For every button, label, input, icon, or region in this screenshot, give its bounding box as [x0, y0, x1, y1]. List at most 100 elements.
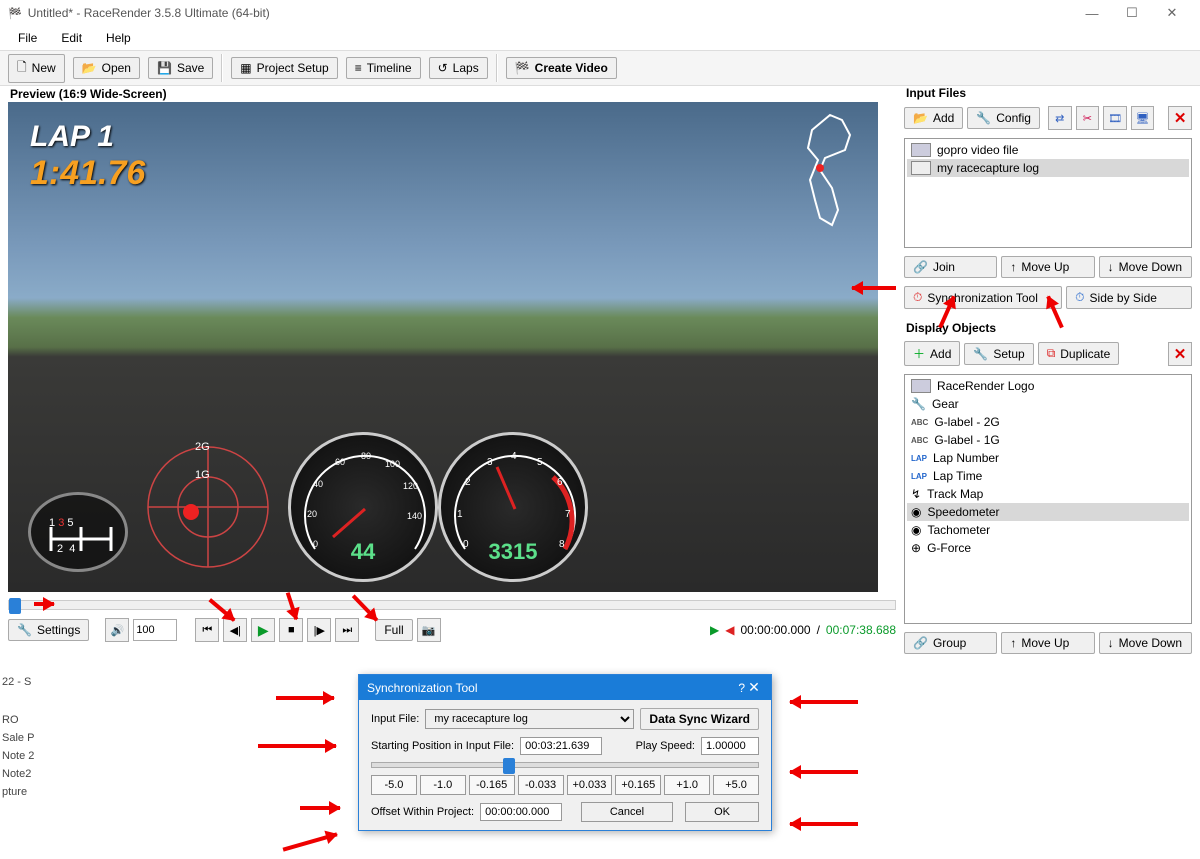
flag-out-icon[interactable]: ◀ — [725, 623, 734, 637]
display-moveup-button[interactable]: ↑Move Up — [1001, 632, 1094, 654]
step-plus-0033[interactable]: +0.033 — [567, 775, 613, 795]
sync-step-buttons: -5.0 -1.0 -0.165 -0.033 +0.033 +0.165 +1… — [371, 775, 759, 795]
list-item[interactable]: ABCG-label - 2G — [907, 413, 1189, 431]
annotation-arrow — [790, 700, 858, 704]
window-close[interactable]: ✕ — [1152, 1, 1192, 25]
dialog-cancel-button[interactable]: Cancel — [581, 802, 673, 822]
list-item[interactable]: ⊕G-Force — [907, 539, 1189, 557]
data-file-icon — [911, 161, 931, 175]
input-files-list[interactable]: gopro video file my racecapture log — [904, 138, 1192, 248]
list-item[interactable]: ABCG-label - 1G — [907, 431, 1189, 449]
dialog-ok-button[interactable]: OK — [685, 802, 759, 822]
step-minus-0033[interactable]: -0.033 — [518, 775, 564, 795]
input-delete-button[interactable]: ✕ — [1168, 106, 1192, 130]
gear-obj-icon: 🔧 — [911, 397, 926, 411]
menu-edit[interactable]: Edit — [51, 29, 92, 47]
step-plus-1[interactable]: +1.0 — [664, 775, 710, 795]
display-setup-button[interactable]: 🔧Setup — [964, 343, 1033, 365]
menu-help[interactable]: Help — [96, 29, 141, 47]
input-moveup-button[interactable]: ↑Move Up — [1001, 256, 1094, 278]
save-button[interactable]: 💾Save — [148, 57, 213, 79]
project-setup-icon: ▦ — [240, 61, 251, 75]
step-back-far-button[interactable]: ⏮ — [195, 618, 219, 642]
film-icon[interactable]: 🎞 — [1103, 106, 1127, 130]
display-movedown-button[interactable]: ↓Move Down — [1099, 632, 1192, 654]
display-add-button[interactable]: ＋Add — [904, 341, 960, 366]
list-item[interactable]: ◉Speedometer — [907, 503, 1189, 521]
svg-text:4: 4 — [511, 451, 517, 462]
main-toolbar: 🗋New 📂Open 💾Save ▦Project Setup ≡Timelin… — [0, 50, 1200, 86]
window-minimize[interactable]: — — [1072, 1, 1112, 25]
arrow-down-icon: ↓ — [1108, 260, 1114, 274]
scissors-icon[interactable]: ✂ — [1076, 106, 1100, 130]
play-button[interactable]: ▶ — [251, 618, 275, 642]
sync-tool-button[interactable]: ⏱Synchronization Tool — [904, 286, 1062, 309]
dialog-titlebar[interactable]: Synchronization Tool ? ✕ — [359, 675, 771, 700]
start-pos-label: Starting Position in Input File: — [371, 740, 514, 752]
timeline-thumb[interactable] — [9, 598, 21, 614]
svg-text:0: 0 — [463, 539, 469, 550]
step-plus-5[interactable]: +5.0 — [713, 775, 759, 795]
list-item[interactable]: LAPLap Number — [907, 449, 1189, 467]
laps-button[interactable]: ↺Laps — [429, 57, 488, 79]
preview-viewport[interactable]: LAP 1 1:41.76 1 3 5 2 4 2G 1G — [8, 102, 878, 592]
timeline-slider[interactable] — [8, 600, 896, 610]
volume-input[interactable] — [133, 619, 177, 641]
annotation-arrow — [34, 602, 54, 606]
data-sync-wizard-button[interactable]: Data Sync Wizard — [640, 708, 759, 730]
input-add-button[interactable]: 📂Add — [904, 107, 963, 129]
sync-slider[interactable] — [371, 762, 759, 768]
display-delete-button[interactable]: ✕ — [1168, 342, 1192, 366]
save-icon: 💾 — [157, 61, 172, 75]
list-item[interactable]: LAPLap Time — [907, 467, 1189, 485]
list-item[interactable]: ↯Track Map — [907, 485, 1189, 503]
start-pos-input[interactable] — [520, 737, 602, 755]
input-movedown-button[interactable]: ↓Move Down — [1099, 256, 1192, 278]
list-item[interactable]: my racecapture log — [907, 159, 1189, 177]
preview-settings-button[interactable]: 🔧Settings — [8, 619, 89, 641]
snapshot-button[interactable]: 📷 — [417, 618, 441, 642]
svg-text:100: 100 — [385, 459, 400, 469]
step-fwd-button[interactable]: |▶ — [307, 618, 331, 642]
background-desktop-items: 22 - S RO Sale P Note 2 Note2 pture — [0, 676, 42, 798]
display-duplicate-button[interactable]: ⧉Duplicate — [1038, 342, 1120, 365]
arrow-up-icon: ↑ — [1010, 636, 1016, 650]
list-item[interactable]: gopro video file — [907, 141, 1189, 159]
play-speed-label: Play Speed: — [636, 740, 695, 752]
dialog-close-icon[interactable]: ✕ — [745, 679, 763, 696]
offset-label: Offset Within Project: — [371, 806, 474, 818]
flag-in-icon[interactable]: ▶ — [710, 623, 719, 637]
input-file-select[interactable]: my racecapture log — [425, 709, 634, 729]
sync-slider-thumb[interactable] — [503, 758, 515, 774]
step-plus-0165[interactable]: +0.165 — [615, 775, 661, 795]
group-button[interactable]: 🔗Group — [904, 632, 997, 654]
input-config-button[interactable]: 🔧Config — [967, 107, 1040, 129]
open-button[interactable]: 📂Open — [73, 57, 140, 79]
list-item[interactable]: RaceRender Logo — [907, 377, 1189, 395]
step-fwd-far-button[interactable]: ⏭ — [335, 618, 359, 642]
menu-file[interactable]: File — [8, 29, 47, 47]
step-minus-1[interactable]: -1.0 — [420, 775, 466, 795]
step-minus-5[interactable]: -5.0 — [371, 775, 417, 795]
trackmap-obj-icon: ↯ — [911, 487, 921, 501]
list-item[interactable]: ◉Tachometer — [907, 521, 1189, 539]
join-button[interactable]: 🔗Join — [904, 256, 997, 278]
create-video-button[interactable]: 🏁Create Video — [506, 57, 617, 79]
step-minus-0165[interactable]: -0.165 — [469, 775, 515, 795]
svg-text:60: 60 — [335, 457, 345, 467]
menubar: File Edit Help — [0, 26, 1200, 50]
side-by-side-button[interactable]: ⏱Side by Side — [1066, 286, 1192, 309]
speed-value: 44 — [351, 539, 375, 565]
volume-icon[interactable]: 🔊 — [105, 618, 129, 642]
link-icon[interactable]: ⇄ — [1048, 106, 1072, 130]
monitor-icon[interactable]: 🖥 — [1131, 106, 1155, 130]
dialog-help-icon[interactable]: ? — [738, 681, 745, 695]
play-speed-input[interactable] — [701, 737, 759, 755]
display-objects-list[interactable]: RaceRender Logo 🔧Gear ABCG-label - 2G AB… — [904, 374, 1192, 624]
window-maximize[interactable]: ☐ — [1112, 1, 1152, 25]
project-setup-button[interactable]: ▦Project Setup — [231, 57, 337, 79]
timeline-button[interactable]: ≡Timeline — [346, 57, 421, 79]
offset-input[interactable] — [480, 803, 562, 821]
list-item[interactable]: 🔧Gear — [907, 395, 1189, 413]
new-button[interactable]: 🗋New — [8, 54, 65, 83]
